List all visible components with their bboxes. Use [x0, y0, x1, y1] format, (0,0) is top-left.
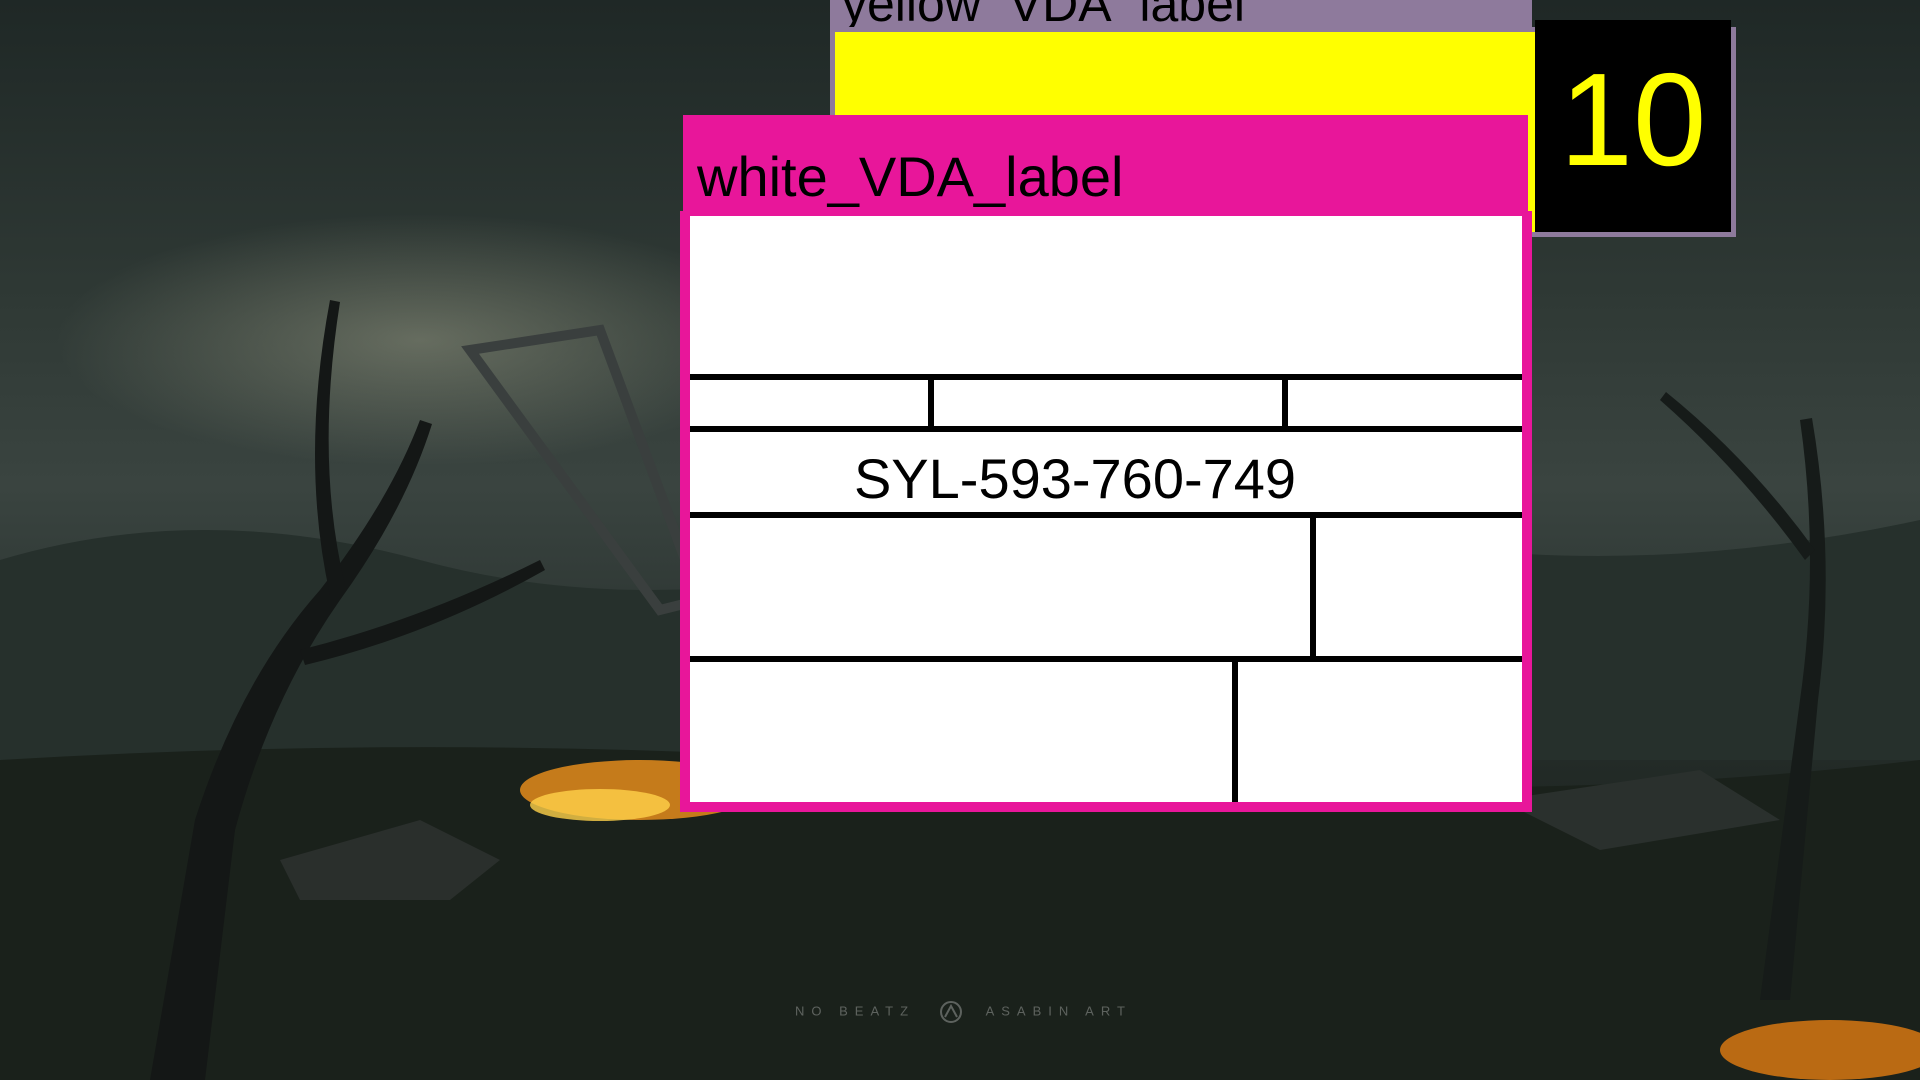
form-divider — [1282, 374, 1288, 432]
form-divider — [690, 656, 1522, 662]
watermark-right-text: ASABIN ART — [985, 1003, 1132, 1019]
wrecked-tower — [461, 324, 707, 616]
white-window-titlebar[interactable]: white_VDA_label — [683, 115, 1528, 217]
serial-number: SYL-593-760-749 — [853, 447, 1297, 510]
desktop-background: NO BEATZ ASABIN ART yellow_VDA_label 10 … — [0, 0, 1920, 1080]
fire-core — [530, 789, 670, 821]
watermark-left-text: NO BEATZ — [795, 1003, 916, 1019]
form-divider — [690, 374, 1522, 380]
white-vda-window[interactable]: white_VDA_label SYL-593-760-749 — [680, 115, 1532, 815]
yellow-count-value: 10 — [1535, 20, 1731, 220]
form-divider — [690, 512, 1522, 518]
form-divider — [690, 426, 1522, 432]
tree-branch — [1660, 392, 1815, 560]
form-divider — [928, 374, 934, 432]
white-label-form: SYL-593-760-749 — [680, 211, 1532, 812]
watermark: NO BEATZ ASABIN ART — [795, 1000, 1132, 1024]
watermark-logo-icon — [939, 1001, 962, 1023]
yellow-window-title: yellow_VDA_label — [842, 0, 1245, 27]
white-window-title: white_VDA_label — [697, 145, 1124, 208]
form-divider — [1310, 512, 1316, 660]
yellow-window-titlebar[interactable]: yellow_VDA_label — [830, 0, 1532, 27]
form-divider — [1232, 656, 1238, 802]
